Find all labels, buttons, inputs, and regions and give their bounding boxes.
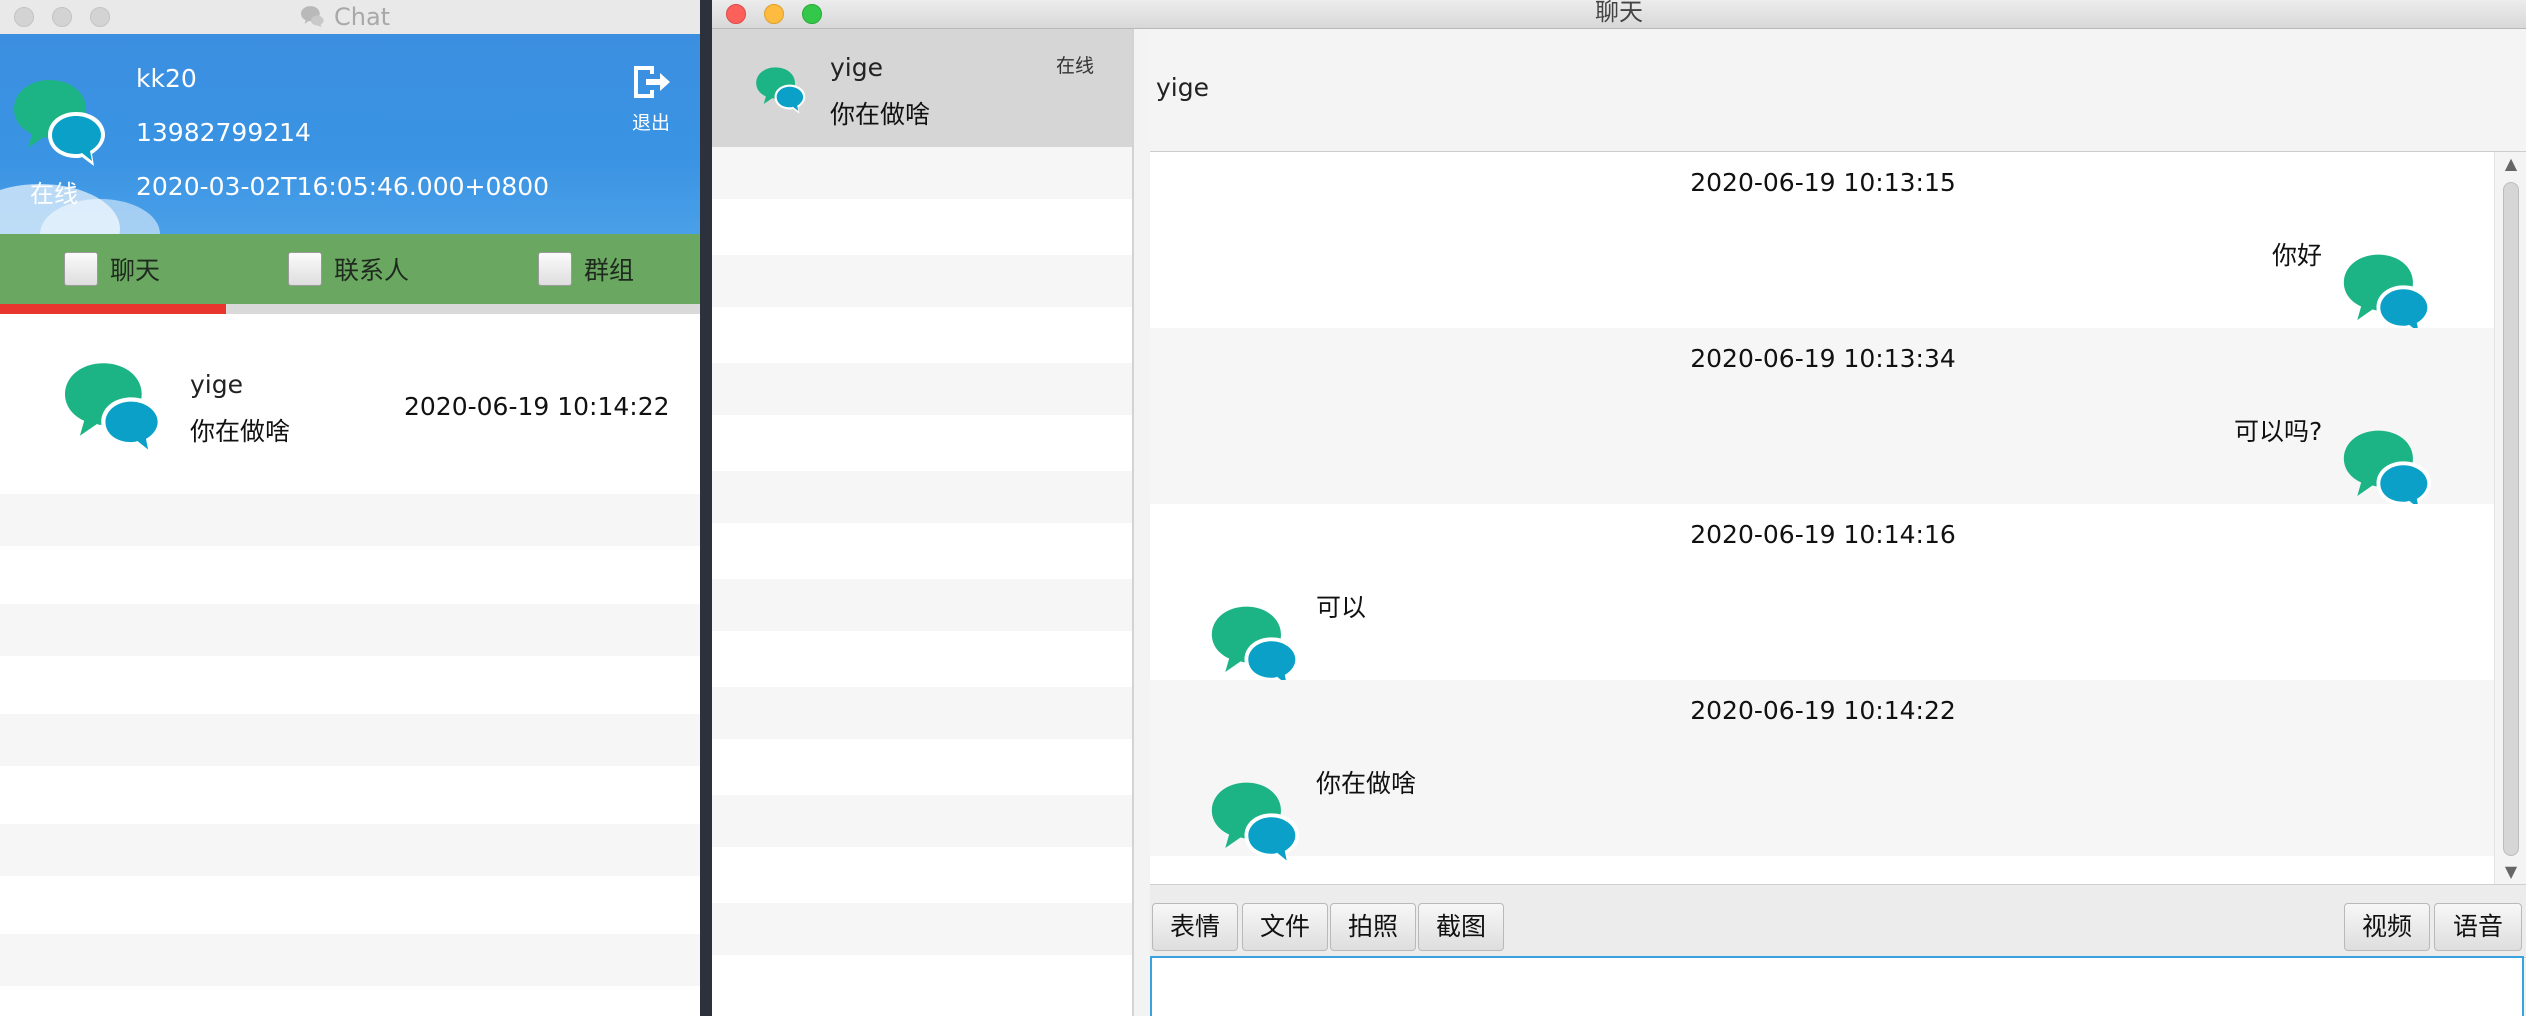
tab-contacts-checkbox[interactable]	[288, 252, 322, 286]
message-text: 可以吗?	[2234, 417, 2323, 446]
empty-row	[712, 363, 1132, 415]
message-time: 2020-06-19 10:13:34	[1690, 344, 1956, 373]
left-window-title: Chat	[300, 2, 390, 32]
scroll-up-icon[interactable]: ▲	[2495, 152, 2526, 176]
tab-groups-checkbox[interactable]	[538, 252, 572, 286]
online-status: 在线	[30, 180, 78, 208]
empty-row	[0, 934, 700, 986]
file-button[interactable]: 文件	[1242, 903, 1328, 951]
profile-header: 在线 kk20 13982799214 2020-03-02T16:05:46.…	[0, 34, 700, 234]
main-tab-bar: 聊天 联系人 群组	[0, 234, 700, 304]
message-row: 2020-06-19 10:14:16 可以	[1150, 504, 2496, 680]
tab-chat-checkbox[interactable]	[64, 252, 98, 286]
desktop-background	[700, 0, 712, 1016]
conversation-name: yige	[190, 370, 243, 399]
list-item[interactable]: yige 你在做啥 在线	[712, 29, 1132, 147]
empty-row	[0, 494, 700, 546]
chat-bubbles-icon	[301, 6, 324, 28]
message-row: 2020-06-19 10:13:15 你好	[1150, 152, 2496, 328]
empty-row	[712, 903, 1132, 955]
avatar[interactable]	[10, 72, 110, 172]
scrollbar-thumb[interactable]	[2503, 182, 2519, 856]
empty-row	[712, 687, 1132, 739]
empty-row	[0, 824, 700, 876]
conversation-time: 2020-06-19 10:14:22	[404, 392, 670, 421]
friend-name: yige	[830, 53, 883, 82]
close-window-button[interactable]	[14, 7, 34, 27]
compose-toolbar: 表情 文件 拍照 截图 视频 语音	[1150, 884, 2526, 958]
empty-row	[712, 471, 1132, 523]
message-text: 你好	[2272, 241, 2323, 270]
left-window-titlebar[interactable]: Chat	[0, 0, 700, 35]
empty-row	[712, 147, 1132, 199]
conversation-window: 聊天 yige 你在做啥 在线 yige 2020-06-19 10:13:15…	[712, 0, 2526, 1016]
friend-status: 在线	[1056, 55, 1095, 77]
chat-contact-name: yige	[1156, 73, 1209, 102]
message-time: 2020-06-19 10:14:16	[1690, 520, 1956, 549]
message-list[interactable]: 2020-06-19 10:13:15 你好 2020-06-19 10:13:…	[1150, 152, 2526, 884]
message-text: 你在做啥	[1316, 769, 1417, 798]
tab-groups[interactable]: 群组	[538, 250, 634, 288]
profile-phone: 13982799214	[136, 118, 311, 147]
friend-last-message: 你在做啥	[830, 100, 931, 129]
tab-contacts-label: 联系人	[334, 256, 410, 285]
empty-row	[0, 714, 700, 766]
minimize-window-button[interactable]	[52, 7, 72, 27]
message-scrollbar[interactable]: ▲ ▼	[2494, 152, 2526, 884]
right-window-titlebar[interactable]: 聊天	[712, 0, 2526, 29]
chat-bubbles-avatar-icon	[60, 359, 168, 457]
conversation-last-message: 你在做啥	[190, 417, 291, 446]
zoom-window-button[interactable]	[90, 7, 110, 27]
photo-button[interactable]: 拍照	[1330, 903, 1416, 951]
tab-groups-label: 群组	[584, 256, 635, 285]
message-row: 2020-06-19 10:14:22 你在做啥	[1150, 680, 2496, 856]
message-time: 2020-06-19 10:14:22	[1690, 696, 1956, 725]
screenshot-button[interactable]: 截图	[1418, 903, 1504, 951]
empty-row	[712, 255, 1132, 307]
tab-chat-label: 聊天	[110, 256, 161, 285]
logout-button[interactable]: 退出	[628, 62, 674, 135]
tab-indicator-active	[0, 304, 226, 314]
list-item[interactable]: yige 你在做啥 2020-06-19 10:14:22	[0, 314, 700, 494]
empty-row	[712, 795, 1132, 847]
tab-contacts[interactable]: 联系人	[288, 250, 409, 288]
logout-icon	[634, 66, 670, 98]
conversation-list: yige 你在做啥 2020-06-19 10:14:22	[0, 314, 700, 1016]
friend-list: yige 你在做啥 在线	[712, 29, 1134, 1016]
chat-main-window: Chat 在线 kk20 13982799214 2020-03-02T16:0…	[0, 0, 700, 1016]
message-input[interactable]	[1150, 956, 2524, 1016]
left-window-title-text: Chat	[334, 3, 391, 31]
message-text: 可以	[1316, 593, 1367, 622]
profile-username: kk20	[136, 64, 197, 93]
empty-row	[712, 579, 1132, 631]
profile-timestamp: 2020-03-02T16:05:46.000+0800	[136, 172, 550, 201]
right-window-title: 聊天	[1595, 0, 1643, 26]
voice-call-button[interactable]: 语音	[2434, 903, 2522, 951]
logout-label: 退出	[631, 112, 670, 134]
tab-chat[interactable]: 聊天	[64, 250, 160, 288]
message-row: 2020-06-19 10:13:34 可以吗?	[1150, 328, 2496, 504]
message-time: 2020-06-19 10:13:15	[1690, 168, 1956, 197]
video-call-button[interactable]: 视频	[2344, 903, 2430, 951]
chat-header: yige	[1150, 29, 2526, 152]
scroll-down-icon[interactable]: ▼	[2495, 860, 2526, 884]
chat-bubbles-avatar-icon	[1208, 776, 1304, 870]
emoji-button[interactable]: 表情	[1152, 903, 1238, 951]
chat-bubbles-avatar-icon	[754, 65, 808, 115]
empty-row	[0, 604, 700, 656]
